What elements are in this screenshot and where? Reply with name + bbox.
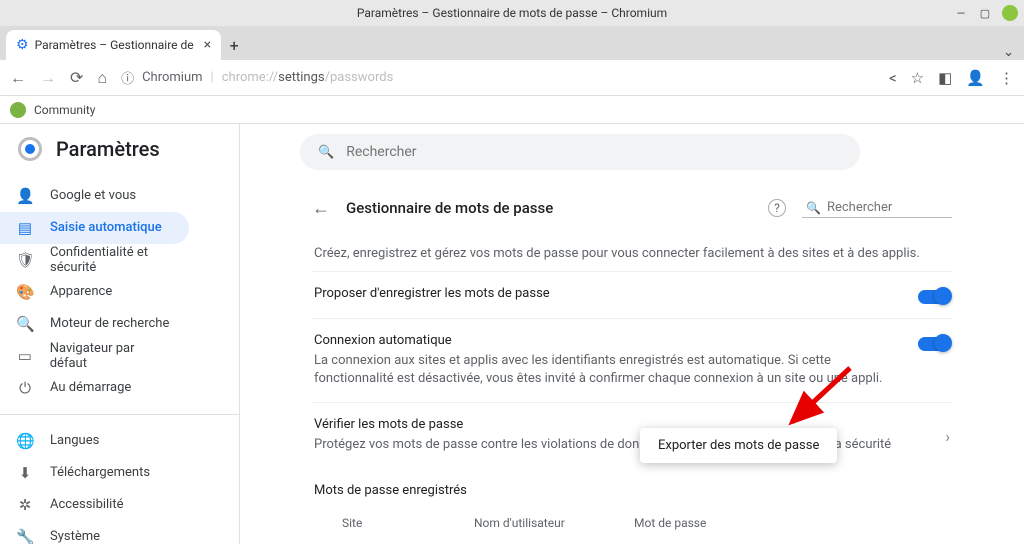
nav-label: Langues xyxy=(50,433,99,448)
panel-search-input[interactable] xyxy=(827,200,948,215)
tab-strip: ⚙ Paramètres – Gestionnaire de × + ⌄ xyxy=(0,26,1024,60)
url-host: settings xyxy=(278,70,324,85)
palette-icon: 🎨 xyxy=(16,283,34,301)
panel-title: Gestionnaire de mots de passe xyxy=(346,199,752,217)
forward-icon[interactable]: → xyxy=(40,68,56,88)
search-icon: 🔍 xyxy=(806,201,821,215)
nav-accessibility[interactable]: ✲ Accessibilité xyxy=(0,489,189,521)
nav-languages[interactable]: 🌐 Langues xyxy=(0,425,189,457)
browser-tab[interactable]: ⚙ Paramètres – Gestionnaire de × xyxy=(6,30,221,60)
verify-desc: Protégez vos mots de passe contre les vi… xyxy=(314,436,933,454)
nav-label: Téléchargements xyxy=(50,465,150,480)
address-bar[interactable]: ⓘ Chromium | chrome://settings/passwords xyxy=(121,68,875,87)
maximize-icon[interactable]: ▢ xyxy=(978,6,992,20)
browser-icon: ▭ xyxy=(16,347,34,365)
nav-privacy[interactable]: 🛡 Confidentialité et sécurité xyxy=(0,244,189,276)
browser-menu-icon[interactable]: ⋮ xyxy=(999,69,1014,87)
nav-label: Confidentialité et sécurité xyxy=(50,245,173,275)
nav-search-engine[interactable]: 🔍 Moteur de recherche xyxy=(0,308,189,340)
auto-signin-toggle[interactable] xyxy=(918,337,950,351)
nav-label: Au démarrage xyxy=(50,380,131,395)
settings-favicon-icon: ⚙ xyxy=(16,37,29,53)
autofill-icon: ▤ xyxy=(16,219,34,237)
minimize-icon[interactable]: — xyxy=(954,6,968,20)
settings-search[interactable]: 🔍 xyxy=(300,134,860,170)
saved-passwords-title: Mots de passe enregistrés xyxy=(312,469,952,510)
url-scheme: chrome:// xyxy=(222,70,278,85)
offer-save-toggle[interactable] xyxy=(918,290,950,304)
export-passwords-label: Exporter des mots de passe xyxy=(658,438,819,453)
chromium-logo-icon xyxy=(18,137,42,161)
verify-title: Vérifier les mots de passe xyxy=(314,417,933,432)
panel-intro: Créez, enregistrez et gérez vos mots de … xyxy=(312,236,952,271)
nav-google[interactable]: 👤 Google et vous xyxy=(0,180,189,212)
tab-title: Paramètres – Gestionnaire de xyxy=(35,38,194,52)
site-info-icon[interactable]: ⓘ xyxy=(121,68,134,87)
col-site: Site xyxy=(314,516,474,530)
share-icon[interactable]: < xyxy=(889,69,897,87)
verify-passwords-row[interactable]: Vérifier les mots de passe Protégez vos … xyxy=(312,402,952,468)
reader-icon[interactable]: ◧ xyxy=(938,69,952,87)
nav-separator xyxy=(0,414,239,415)
col-pass: Mot de passe xyxy=(634,516,950,530)
settings-search-input[interactable] xyxy=(346,144,842,160)
accessibility-icon: ✲ xyxy=(16,496,34,514)
settings-nav: 👤 Google et vous ▤ Saisie automatique 🛡 Con… xyxy=(0,174,239,544)
nav-label: Navigateur par défaut xyxy=(50,341,173,371)
nav-label: Google et vous xyxy=(50,188,136,203)
auto-signin-row[interactable]: Connexion automatique La connexion aux s… xyxy=(312,318,952,402)
globe-icon: 🌐 xyxy=(16,432,34,450)
window-titlebar: Paramètres – Gestionnaire de mots de pas… xyxy=(0,0,1024,26)
power-icon: ⏻ xyxy=(16,379,34,397)
home-icon[interactable]: ⌂ xyxy=(97,68,107,88)
close-icon[interactable] xyxy=(1002,5,1018,21)
offer-save-title: Proposer d'enregistrer les mots de passe xyxy=(314,286,906,301)
search-icon: 🔍 xyxy=(318,145,334,160)
window-title: Paramètres – Gestionnaire de mots de pas… xyxy=(357,6,667,20)
nav-label: Accessibilité xyxy=(50,497,124,512)
back-icon[interactable]: ← xyxy=(10,68,26,88)
bookmarks-bar: Community xyxy=(0,96,1024,124)
nav-system[interactable]: 🔧 Système xyxy=(0,521,189,544)
password-table-header: Site Nom d'utilisateur Mot de passe xyxy=(312,510,952,536)
nav-label: Apparence xyxy=(50,284,112,299)
browser-toolbar: ← → ⟳ ⌂ ⓘ Chromium | chrome://settings/p… xyxy=(0,60,1024,96)
help-icon[interactable]: ? xyxy=(768,199,786,217)
nav-appearance[interactable]: 🎨 Apparence xyxy=(0,276,189,308)
search-icon: 🔍 xyxy=(16,315,34,333)
auto-signin-desc: La connexion aux sites et applis avec le… xyxy=(314,352,906,388)
wrench-icon: 🔧 xyxy=(16,528,34,544)
password-row[interactable]: 🌐 facebook.com •••••••• 👁 ⋮ xyxy=(312,536,952,544)
shield-icon: 🛡 xyxy=(16,251,34,269)
settings-title: Paramètres xyxy=(56,137,160,161)
offer-save-row[interactable]: Proposer d'enregistrer les mots de passe xyxy=(312,271,952,318)
panel-search[interactable]: 🔍 xyxy=(802,198,952,218)
bookmark-community[interactable]: Community xyxy=(34,103,95,117)
new-tab-button[interactable]: + xyxy=(221,30,247,60)
reload-icon[interactable]: ⟳ xyxy=(70,68,83,87)
profile-icon[interactable]: 👤 xyxy=(966,69,985,87)
nav-default-browser[interactable]: ▭ Navigateur par défaut xyxy=(0,340,189,372)
nav-autofill[interactable]: ▤ Saisie automatique xyxy=(0,212,189,244)
mint-favicon-icon xyxy=(10,102,26,118)
chevron-right-icon: › xyxy=(945,427,950,446)
col-user: Nom d'utilisateur xyxy=(474,516,634,530)
origin-label: Chromium xyxy=(142,70,202,85)
nav-label: Saisie automatique xyxy=(50,220,162,235)
nav-downloads[interactable]: ⬇ Téléchargements xyxy=(0,457,189,489)
nav-label: Moteur de recherche xyxy=(50,316,169,331)
download-icon: ⬇ xyxy=(16,464,34,482)
panel-back-icon[interactable]: ← xyxy=(312,198,330,219)
person-icon: 👤 xyxy=(16,187,34,205)
settings-header: Paramètres xyxy=(0,124,239,174)
url-path: /passwords xyxy=(325,70,394,85)
tab-overflow-icon[interactable]: ⌄ xyxy=(1003,45,1014,60)
nav-label: Système xyxy=(50,529,100,544)
nav-on-startup[interactable]: ⏻ Au démarrage xyxy=(0,372,189,404)
export-passwords-menu-item[interactable]: Exporter des mots de passe xyxy=(640,428,837,463)
bookmark-star-icon[interactable]: ☆ xyxy=(911,69,924,87)
auto-signin-title: Connexion automatique xyxy=(314,333,906,348)
tab-close-icon[interactable]: × xyxy=(204,37,211,53)
